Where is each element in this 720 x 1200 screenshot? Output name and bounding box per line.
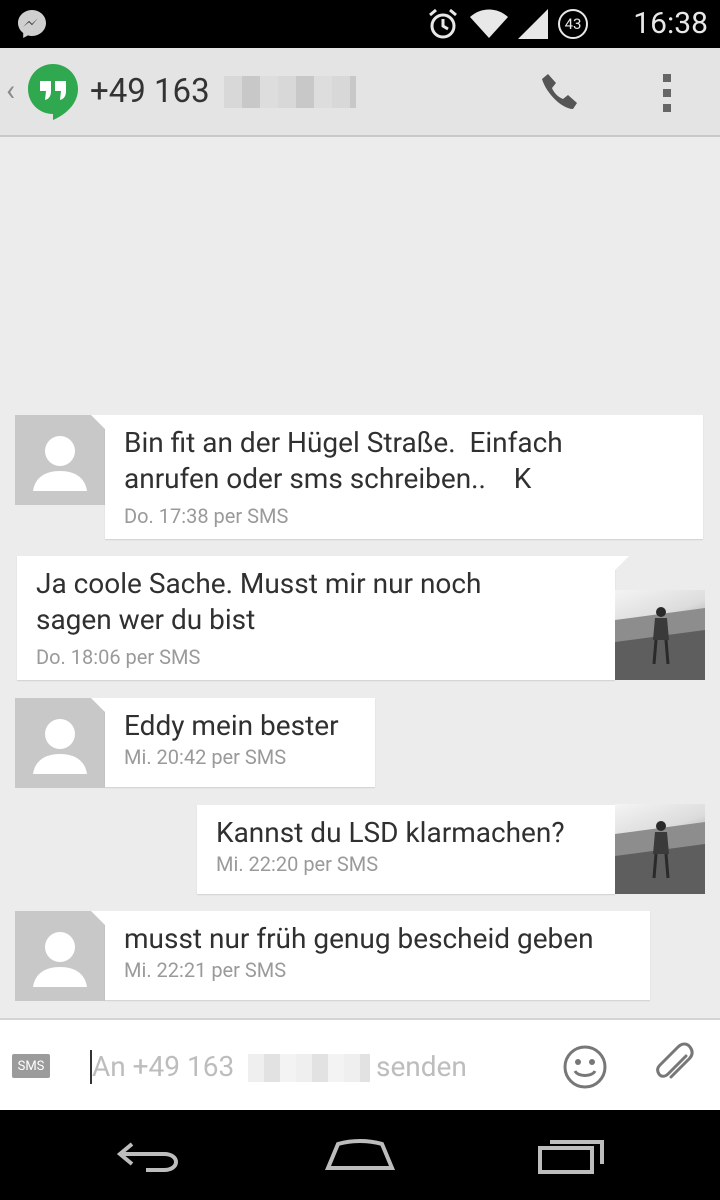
conversation-list[interactable]: Bin fit an der Hügel Straße. Einfach anr… bbox=[0, 137, 720, 1017]
navigation-bar bbox=[0, 1110, 720, 1200]
notification-count-badge: 43 bbox=[558, 9, 588, 39]
message-timestamp: Do. 18:06 per SMS bbox=[36, 645, 201, 669]
message-timestamp: Mi. 22:20 per SMS bbox=[216, 852, 379, 876]
message-bubble[interactable]: Bin fit an der Hügel Straße. Einfach anr… bbox=[91, 415, 703, 539]
message-text: Ja coole Sache. Musst mir nur noch sagen… bbox=[36, 567, 482, 636]
message-text: Eddy mein bester bbox=[124, 709, 339, 742]
home-icon[interactable] bbox=[320, 1132, 400, 1178]
user-photo-icon bbox=[615, 607, 705, 680]
alarm-icon bbox=[429, 8, 457, 39]
redacted-number bbox=[224, 76, 356, 108]
action-bar: ‹ +49 163 bbox=[0, 48, 720, 137]
status-bar: 43 16:38 bbox=[0, 0, 720, 48]
hangouts-logo-icon[interactable] bbox=[26, 62, 80, 120]
back-chevron-icon[interactable]: ‹ bbox=[6, 74, 15, 108]
message-bubble[interactable]: Eddy mein bester Mi. 20:42 per SMS bbox=[91, 698, 375, 787]
back-icon[interactable] bbox=[110, 1132, 190, 1178]
user-photo-icon bbox=[615, 821, 705, 894]
phone-icon[interactable] bbox=[538, 70, 586, 116]
user-avatar[interactable] bbox=[615, 804, 705, 894]
recent-apps-icon[interactable] bbox=[530, 1132, 610, 1178]
wifi-icon bbox=[470, 9, 508, 38]
signal-icon bbox=[518, 9, 548, 39]
emoji-icon[interactable] bbox=[562, 1044, 608, 1090]
redacted-number bbox=[248, 1054, 370, 1082]
attachment-icon[interactable] bbox=[652, 1042, 696, 1090]
message-text: Bin fit an der Hügel Straße. Einfach anr… bbox=[124, 426, 563, 495]
message-timestamp: Mi. 22:21 per SMS bbox=[124, 958, 287, 982]
contact-title: +49 163 bbox=[90, 72, 210, 111]
user-avatar[interactable] bbox=[615, 590, 705, 680]
status-time: 16:38 bbox=[633, 6, 708, 41]
input-placeholder-suffix: senden bbox=[376, 1050, 467, 1083]
message-text: musst nur früh genug bescheid geben bbox=[124, 922, 594, 955]
message-input[interactable]: An +49 163 senden bbox=[90, 1046, 530, 1088]
input-placeholder-prefix: An +49 163 bbox=[92, 1050, 235, 1083]
message-timestamp: Mi. 20:42 per SMS bbox=[124, 745, 287, 769]
message-bubble[interactable]: Ja coole Sache. Musst mir nur noch sagen… bbox=[17, 556, 629, 680]
compose-bar: SMS An +49 163 senden bbox=[0, 1018, 720, 1112]
message-text: Kannst du LSD klarmachen? bbox=[216, 816, 565, 849]
overflow-menu-icon[interactable] bbox=[652, 72, 682, 114]
message-bubble[interactable]: Kannst du LSD klarmachen? Mi. 22:20 per … bbox=[197, 805, 629, 894]
sms-mode-icon[interactable]: SMS bbox=[12, 1054, 50, 1078]
messenger-icon bbox=[18, 10, 46, 38]
message-timestamp: Do. 17:38 per SMS bbox=[124, 504, 289, 528]
message-bubble[interactable]: musst nur früh genug bescheid geben Mi. … bbox=[91, 911, 650, 1000]
